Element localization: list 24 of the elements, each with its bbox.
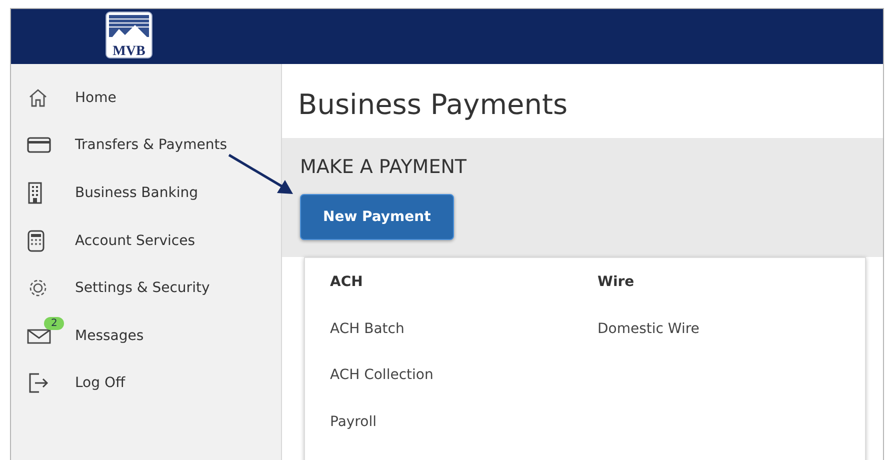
page-title: Business Payments bbox=[297, 87, 569, 123]
menu-item[interactable]: Domestic Wire bbox=[598, 320, 865, 367]
section-heading: MAKE A PAYMENT bbox=[300, 156, 468, 178]
menu-group-heading: ACH bbox=[330, 274, 364, 292]
menu-item[interactable]: ACH Collection bbox=[330, 367, 598, 414]
nav-link[interactable]: Account Services bbox=[75, 232, 196, 249]
log-off-icon bbox=[27, 372, 49, 394]
menu-item[interactable]: Payroll bbox=[330, 414, 598, 460]
menu-group-heading: Wire bbox=[598, 274, 636, 292]
home-icon bbox=[27, 86, 49, 109]
unread-count-badge: 2 bbox=[44, 316, 64, 330]
building-icon bbox=[27, 182, 43, 204]
bank-logo[interactable]: MVB bbox=[105, 11, 153, 59]
nav-link[interactable]: Home bbox=[75, 90, 116, 106]
nav-link[interactable]: Log Off bbox=[75, 375, 126, 392]
credit-card-icon bbox=[27, 136, 51, 154]
nav-link[interactable]: Settings & Security bbox=[75, 280, 210, 296]
menu-item[interactable]: ACH Batch bbox=[330, 320, 598, 367]
nav-link[interactable]: Transfers & Payments bbox=[75, 137, 227, 154]
nav-link[interactable]: Messages bbox=[75, 328, 144, 344]
calculator-icon bbox=[27, 230, 45, 252]
new-payment-button[interactable]: New Payment bbox=[300, 194, 454, 240]
nav-link[interactable]: Business Banking bbox=[75, 184, 198, 201]
mail-icon bbox=[27, 326, 51, 345]
